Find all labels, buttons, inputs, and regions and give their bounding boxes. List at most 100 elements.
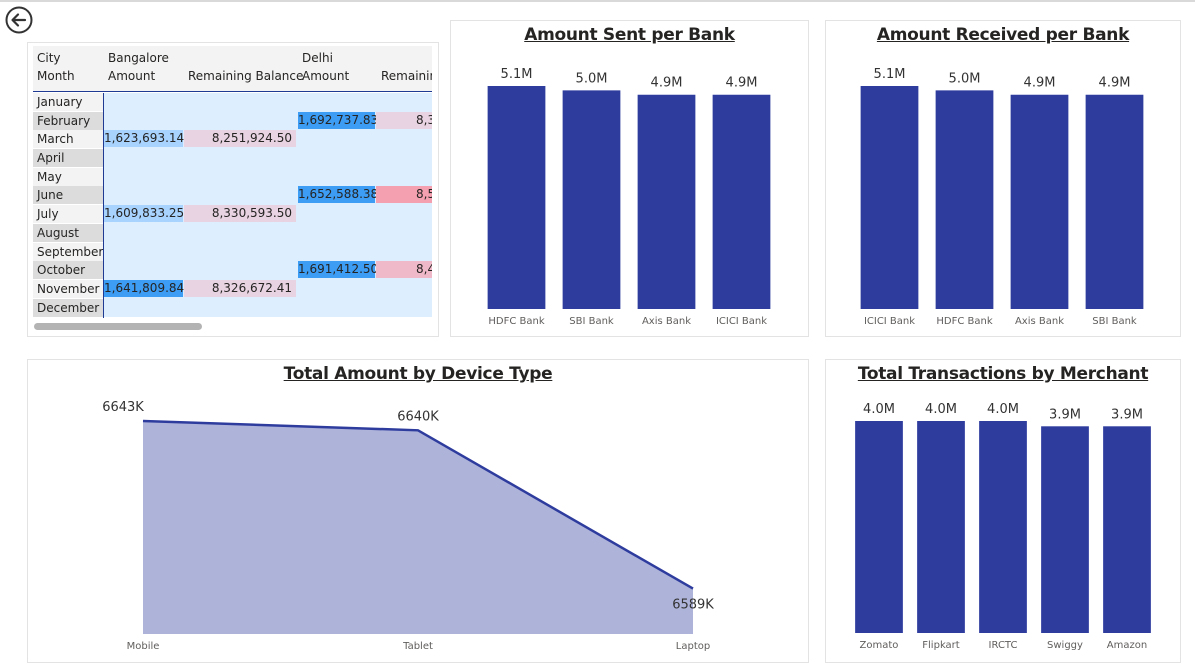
sent-bar-chart: 5.1M HDFC Bank 5.0M SBI Bank 4.9M Axis Bank 4.… — [487, 67, 771, 327]
table-row[interactable]: May — [33, 167, 432, 187]
bar[interactable] — [979, 421, 1027, 633]
area-fill — [143, 421, 693, 634]
bar[interactable] — [1010, 94, 1069, 310]
table-row[interactable]: January — [33, 93, 432, 112]
bar[interactable] — [1085, 94, 1144, 310]
bar[interactable] — [1041, 426, 1089, 633]
month-label[interactable]: December — [33, 298, 103, 317]
table-row[interactable]: February 1,692,737.83 8,3 — [33, 111, 432, 131]
table-row[interactable]: April — [33, 149, 432, 168]
table-row[interactable]: August — [33, 223, 432, 243]
table-cell[interactable]: 8,326,672.41 — [184, 279, 296, 297]
column-header-remaining-balance[interactable]: Remaining Balance — [188, 67, 303, 85]
data-label: 4.9M — [651, 76, 683, 91]
month-label[interactable]: April — [33, 149, 103, 168]
category-label: Laptop — [676, 641, 710, 652]
received-bar-chart: 5.1M ICICI Bank 5.0M HDFC Bank 4.9M Axis Bank… — [860, 67, 1144, 327]
month-label[interactable]: November — [33, 279, 103, 298]
row-background — [104, 167, 432, 187]
category-label: Tablet — [402, 641, 433, 652]
row-background — [104, 93, 432, 112]
month-label[interactable]: September — [33, 242, 103, 261]
month-label[interactable]: May — [33, 167, 103, 186]
received-chart-panel: Amount Received per Bank 5.1M ICICI Bank 5… — [825, 20, 1181, 337]
table-cell[interactable]: 8,3 — [376, 111, 432, 129]
device-chart-panel: Total Amount by Device Type 6643K Mobile 6… — [27, 359, 809, 663]
table-row[interactable]: July 1,609,833.25 8,330,593.50 — [33, 205, 432, 224]
category-label: Axis Bank — [1015, 316, 1064, 327]
city-month-matrix[interactable]: City Month Bangalore Delhi Amount Remain… — [33, 46, 432, 318]
bar[interactable] — [1103, 426, 1151, 633]
header-divider — [33, 91, 432, 92]
city-header-bangalore[interactable]: Bangalore — [108, 49, 169, 67]
table-cell[interactable]: 1,692,737.83 — [298, 111, 378, 129]
category-label: Axis Bank — [642, 316, 691, 327]
category-label: Flipkart — [922, 640, 960, 651]
table-cell[interactable]: 8,5 — [376, 186, 432, 204]
table-cell[interactable]: 1,641,809.84 — [104, 279, 184, 297]
bar[interactable] — [860, 86, 919, 309]
month-label[interactable]: June — [33, 186, 103, 205]
table-row[interactable]: October 1,691,412.50 8,4 — [33, 261, 432, 280]
category-label: SBI Bank — [1092, 316, 1137, 327]
device-area-chart: 6643K Mobile 6640K Tablet 6589K Laptop — [102, 400, 714, 652]
month-label[interactable]: March — [33, 130, 103, 149]
table-cell[interactable]: 8,251,924.50 — [184, 130, 296, 148]
data-label: 4.9M — [1024, 76, 1056, 91]
data-label: 4.9M — [1099, 76, 1131, 91]
bar[interactable] — [855, 421, 903, 633]
table-row[interactable]: September — [33, 242, 432, 262]
bar[interactable] — [487, 86, 546, 309]
category-label: HDFC Bank — [936, 316, 992, 327]
row-header-month: Month — [37, 69, 75, 83]
table-row[interactable]: March 1,623,693.14 8,251,924.50 — [33, 130, 432, 150]
data-label: 6640K — [397, 409, 439, 424]
table-cell[interactable]: 1,691,412.50 — [298, 261, 378, 279]
table-cell[interactable]: 1,609,833.25 — [104, 205, 184, 223]
bar[interactable] — [712, 94, 771, 310]
table-row[interactable]: December — [33, 298, 432, 318]
top-border — [0, 0, 1195, 2]
month-label[interactable]: January — [33, 93, 103, 111]
table-cell[interactable]: 1,652,588.38 — [298, 186, 378, 204]
sent-chart-panel: Amount Sent per Bank 5.1M HDFC Bank 5.0M SB… — [450, 20, 809, 337]
bar[interactable] — [917, 421, 965, 633]
month-label[interactable]: August — [33, 223, 103, 242]
month-label[interactable]: October — [33, 261, 103, 280]
bar[interactable] — [935, 90, 994, 309]
table-cell[interactable]: 8,4 — [376, 261, 432, 279]
row-background — [104, 149, 432, 168]
data-label: 6643K — [102, 400, 144, 415]
city-header-delhi[interactable]: Delhi — [302, 49, 333, 67]
row-header-city: City — [37, 51, 61, 65]
category-label: ICICI Bank — [716, 316, 767, 327]
category-label: HDFC Bank — [488, 316, 544, 327]
column-header-amount[interactable]: Amount — [108, 67, 155, 85]
bar[interactable] — [562, 90, 621, 309]
category-label: ICICI Bank — [864, 316, 915, 327]
data-label: 5.0M — [949, 71, 981, 86]
matrix-header: City Month Bangalore Delhi Amount Remain… — [33, 46, 432, 92]
column-header-amount[interactable]: Amount — [302, 67, 349, 85]
row-header-divider — [103, 93, 104, 318]
table-row[interactable]: June 1,652,588.38 8,5 — [33, 186, 432, 206]
table-cell[interactable]: 1,623,693.14 — [104, 130, 184, 148]
data-label: 5.0M — [576, 71, 608, 86]
category-label: Mobile — [127, 641, 160, 652]
matrix-rows: January February 1,692,737.83 8,3 March 1,623… — [33, 93, 432, 318]
column-header-remaining-balance[interactable]: Remainin — [381, 67, 432, 85]
horizontal-scrollbar[interactable] — [34, 323, 202, 330]
row-background — [104, 223, 432, 243]
back-arrow-circle-icon[interactable] — [4, 5, 34, 35]
data-label: 4.0M — [987, 402, 1019, 417]
month-label[interactable]: July — [33, 205, 103, 224]
row-background — [104, 242, 432, 262]
data-label: 5.1M — [501, 67, 533, 82]
data-label: 3.9M — [1049, 407, 1081, 422]
table-cell[interactable]: 8,330,593.50 — [184, 205, 296, 223]
table-row[interactable]: November 1,641,809.84 8,326,672.41 — [33, 279, 432, 299]
bar[interactable] — [637, 94, 696, 310]
data-label: 5.1M — [874, 67, 906, 82]
month-label[interactable]: February — [33, 111, 103, 130]
category-label: IRCTC — [989, 640, 1018, 651]
